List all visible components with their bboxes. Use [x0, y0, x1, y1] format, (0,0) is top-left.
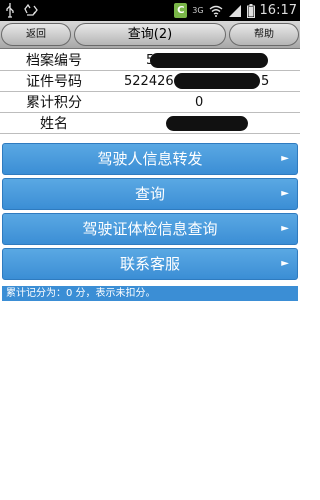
- file-number-label: 档案编号: [0, 50, 108, 71]
- chevron-right-icon: ►: [281, 153, 289, 164]
- chevron-right-icon: ►: [281, 258, 289, 269]
- name-value: [108, 112, 300, 134]
- table-row: 累计积分 0: [0, 91, 300, 113]
- table-row: 档案编号 5: [0, 50, 300, 71]
- name-label: 姓名: [0, 112, 108, 134]
- driver-info-table: 档案编号 5 证件号码 522426 5 累计积分 0 姓名: [0, 50, 300, 134]
- menu-item-label: 驾驶证体检信息查询: [82, 220, 218, 238]
- menu-item-label: 查询: [134, 185, 165, 203]
- table-row: 证件号码 522426 5: [0, 70, 300, 92]
- chevron-right-icon: ►: [281, 188, 289, 199]
- back-button[interactable]: 返回: [1, 23, 71, 46]
- redaction-mark: [150, 53, 268, 68]
- redaction-mark: [166, 116, 248, 131]
- wifi-icon: [209, 5, 222, 17]
- menu-item-label: 驾驶人信息转发: [97, 150, 203, 168]
- network-type: 3G: [192, 6, 204, 15]
- total-points-value: 0: [108, 91, 300, 113]
- status-bar: C 3G 16:17: [0, 0, 300, 21]
- total-points-label: 累计积分: [0, 91, 108, 113]
- query-button[interactable]: 查询 ►: [2, 178, 298, 210]
- forward-driver-info-button[interactable]: 驾驶人信息转发 ►: [2, 143, 298, 175]
- id-number-text: 522426: [124, 73, 174, 89]
- points-note: 累计记分为：0 分，表示未扣分。: [2, 286, 298, 301]
- battery-icon: [246, 3, 255, 18]
- help-button[interactable]: 帮助: [229, 23, 299, 46]
- recycle-icon: [24, 3, 38, 16]
- total-points-text: 0: [195, 94, 204, 110]
- chevron-right-icon: ►: [281, 223, 289, 234]
- license-medical-query-button[interactable]: 驾驶证体检信息查询 ►: [2, 213, 298, 245]
- signal-icon: [228, 5, 241, 17]
- id-number-value: 522426 5: [108, 70, 300, 92]
- file-number-value: 5: [108, 50, 300, 71]
- status-time: 16:17: [259, 3, 297, 18]
- contact-support-button[interactable]: 联系客服 ►: [2, 248, 298, 280]
- page-title: 查询(2): [74, 23, 226, 46]
- table-row: 姓名: [0, 112, 300, 134]
- menu-item-label: 联系客服: [119, 255, 180, 273]
- id-number-suffix: 5: [261, 74, 270, 89]
- title-bar: 返回 查询(2) 帮助: [0, 21, 300, 49]
- app-c-icon: C: [174, 3, 188, 18]
- id-number-label: 证件号码: [0, 70, 108, 92]
- redaction-mark: [174, 73, 260, 89]
- usb-icon: [6, 3, 14, 18]
- action-menu: 驾驶人信息转发 ► 查询 ► 驾驶证体检信息查询 ► 联系客服 ►: [0, 143, 300, 283]
